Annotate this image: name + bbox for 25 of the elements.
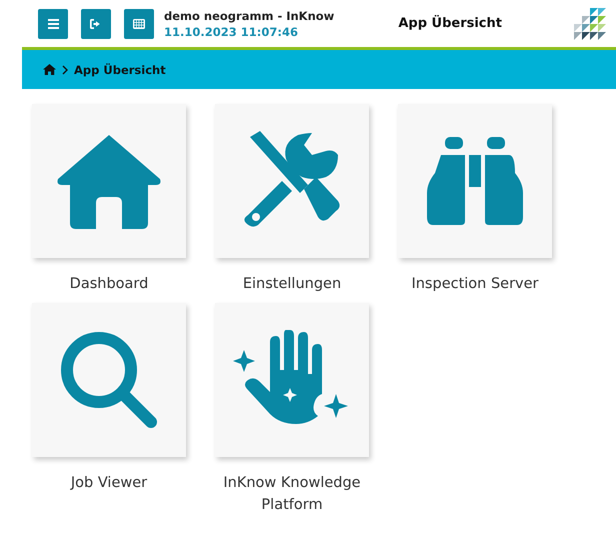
logo-icon xyxy=(572,8,606,40)
app-label: Dashboard xyxy=(68,275,150,294)
app-tile[interactable] xyxy=(398,104,552,258)
app-tile[interactable] xyxy=(215,104,369,258)
logout-icon xyxy=(90,18,102,28)
grid-icon xyxy=(133,18,145,28)
app-label: Job Viewer xyxy=(69,474,148,493)
logout-button[interactable] xyxy=(81,8,111,38)
binoculars-icon xyxy=(427,137,523,225)
menu-icon xyxy=(48,18,58,28)
app-label: Inspection Server xyxy=(410,275,540,294)
menu-button[interactable] xyxy=(38,8,68,38)
app-label: InKnow Knowledge Platform xyxy=(222,474,362,515)
app-label: Einstellungen xyxy=(242,275,342,294)
search-icon xyxy=(59,330,159,430)
app-tile[interactable] xyxy=(32,104,186,258)
app-name: demo neogramm - InKnow xyxy=(164,8,334,22)
page-title: App Übersicht xyxy=(398,16,502,31)
app-tile[interactable] xyxy=(215,303,369,457)
app-tile[interactable] xyxy=(32,303,186,457)
chevron-icon xyxy=(62,64,68,74)
date-time: 11.10.2023 11:07:46 xyxy=(164,24,299,38)
grid-button[interactable] xyxy=(124,8,154,38)
breadcrumb-current: App Übersicht xyxy=(74,62,166,76)
home-icon[interactable] xyxy=(43,64,56,75)
